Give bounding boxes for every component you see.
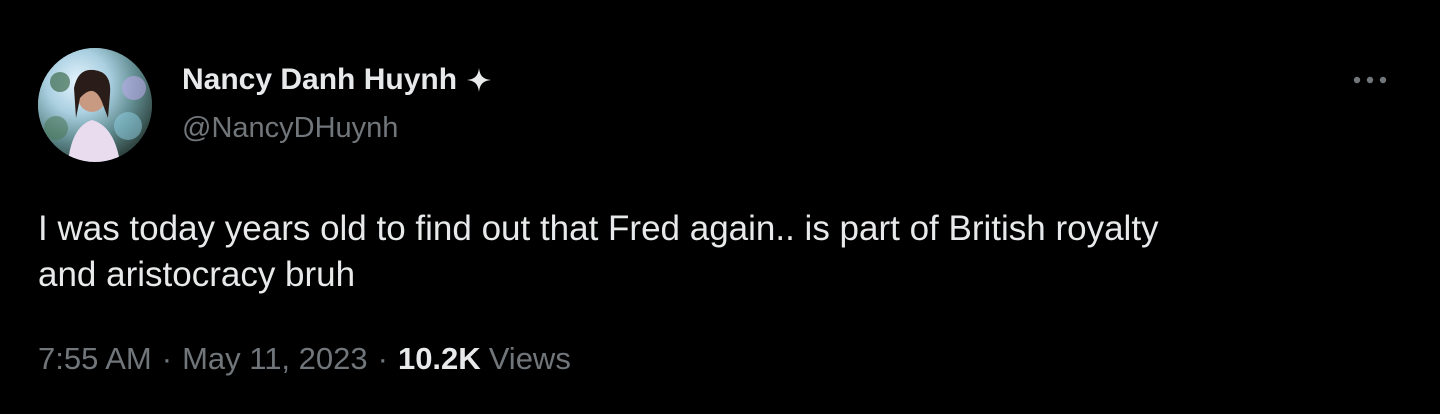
more-options-button[interactable] bbox=[1346, 60, 1394, 100]
author-name-row: Nancy Danh Huynh bbox=[182, 60, 493, 100]
sparkle-icon bbox=[465, 66, 493, 94]
tweet-date[interactable]: May 11, 2023 bbox=[182, 341, 368, 377]
tweet-time[interactable]: 7:55 AM bbox=[38, 341, 152, 377]
tweet-text: I was today years old to find out that F… bbox=[38, 209, 1159, 294]
avatar-image bbox=[38, 48, 152, 162]
views-count: 10.2K bbox=[397, 341, 481, 376]
more-horizontal-icon bbox=[1353, 76, 1387, 84]
tweet-meta: 7:55 AM · May 11, 2023 · 10.2K Views bbox=[38, 337, 571, 381]
author-handle[interactable]: @NancyDHuynh bbox=[182, 110, 398, 146]
meta-separator: · bbox=[161, 341, 173, 376]
views-label: Views bbox=[488, 341, 571, 376]
tweet-card: Nancy Danh Huynh @NancyDHuynh I was toda… bbox=[0, 0, 1440, 414]
avatar[interactable] bbox=[38, 48, 152, 162]
meta-separator: · bbox=[377, 341, 388, 376]
author-display-name[interactable]: Nancy Danh Huynh bbox=[182, 60, 457, 100]
